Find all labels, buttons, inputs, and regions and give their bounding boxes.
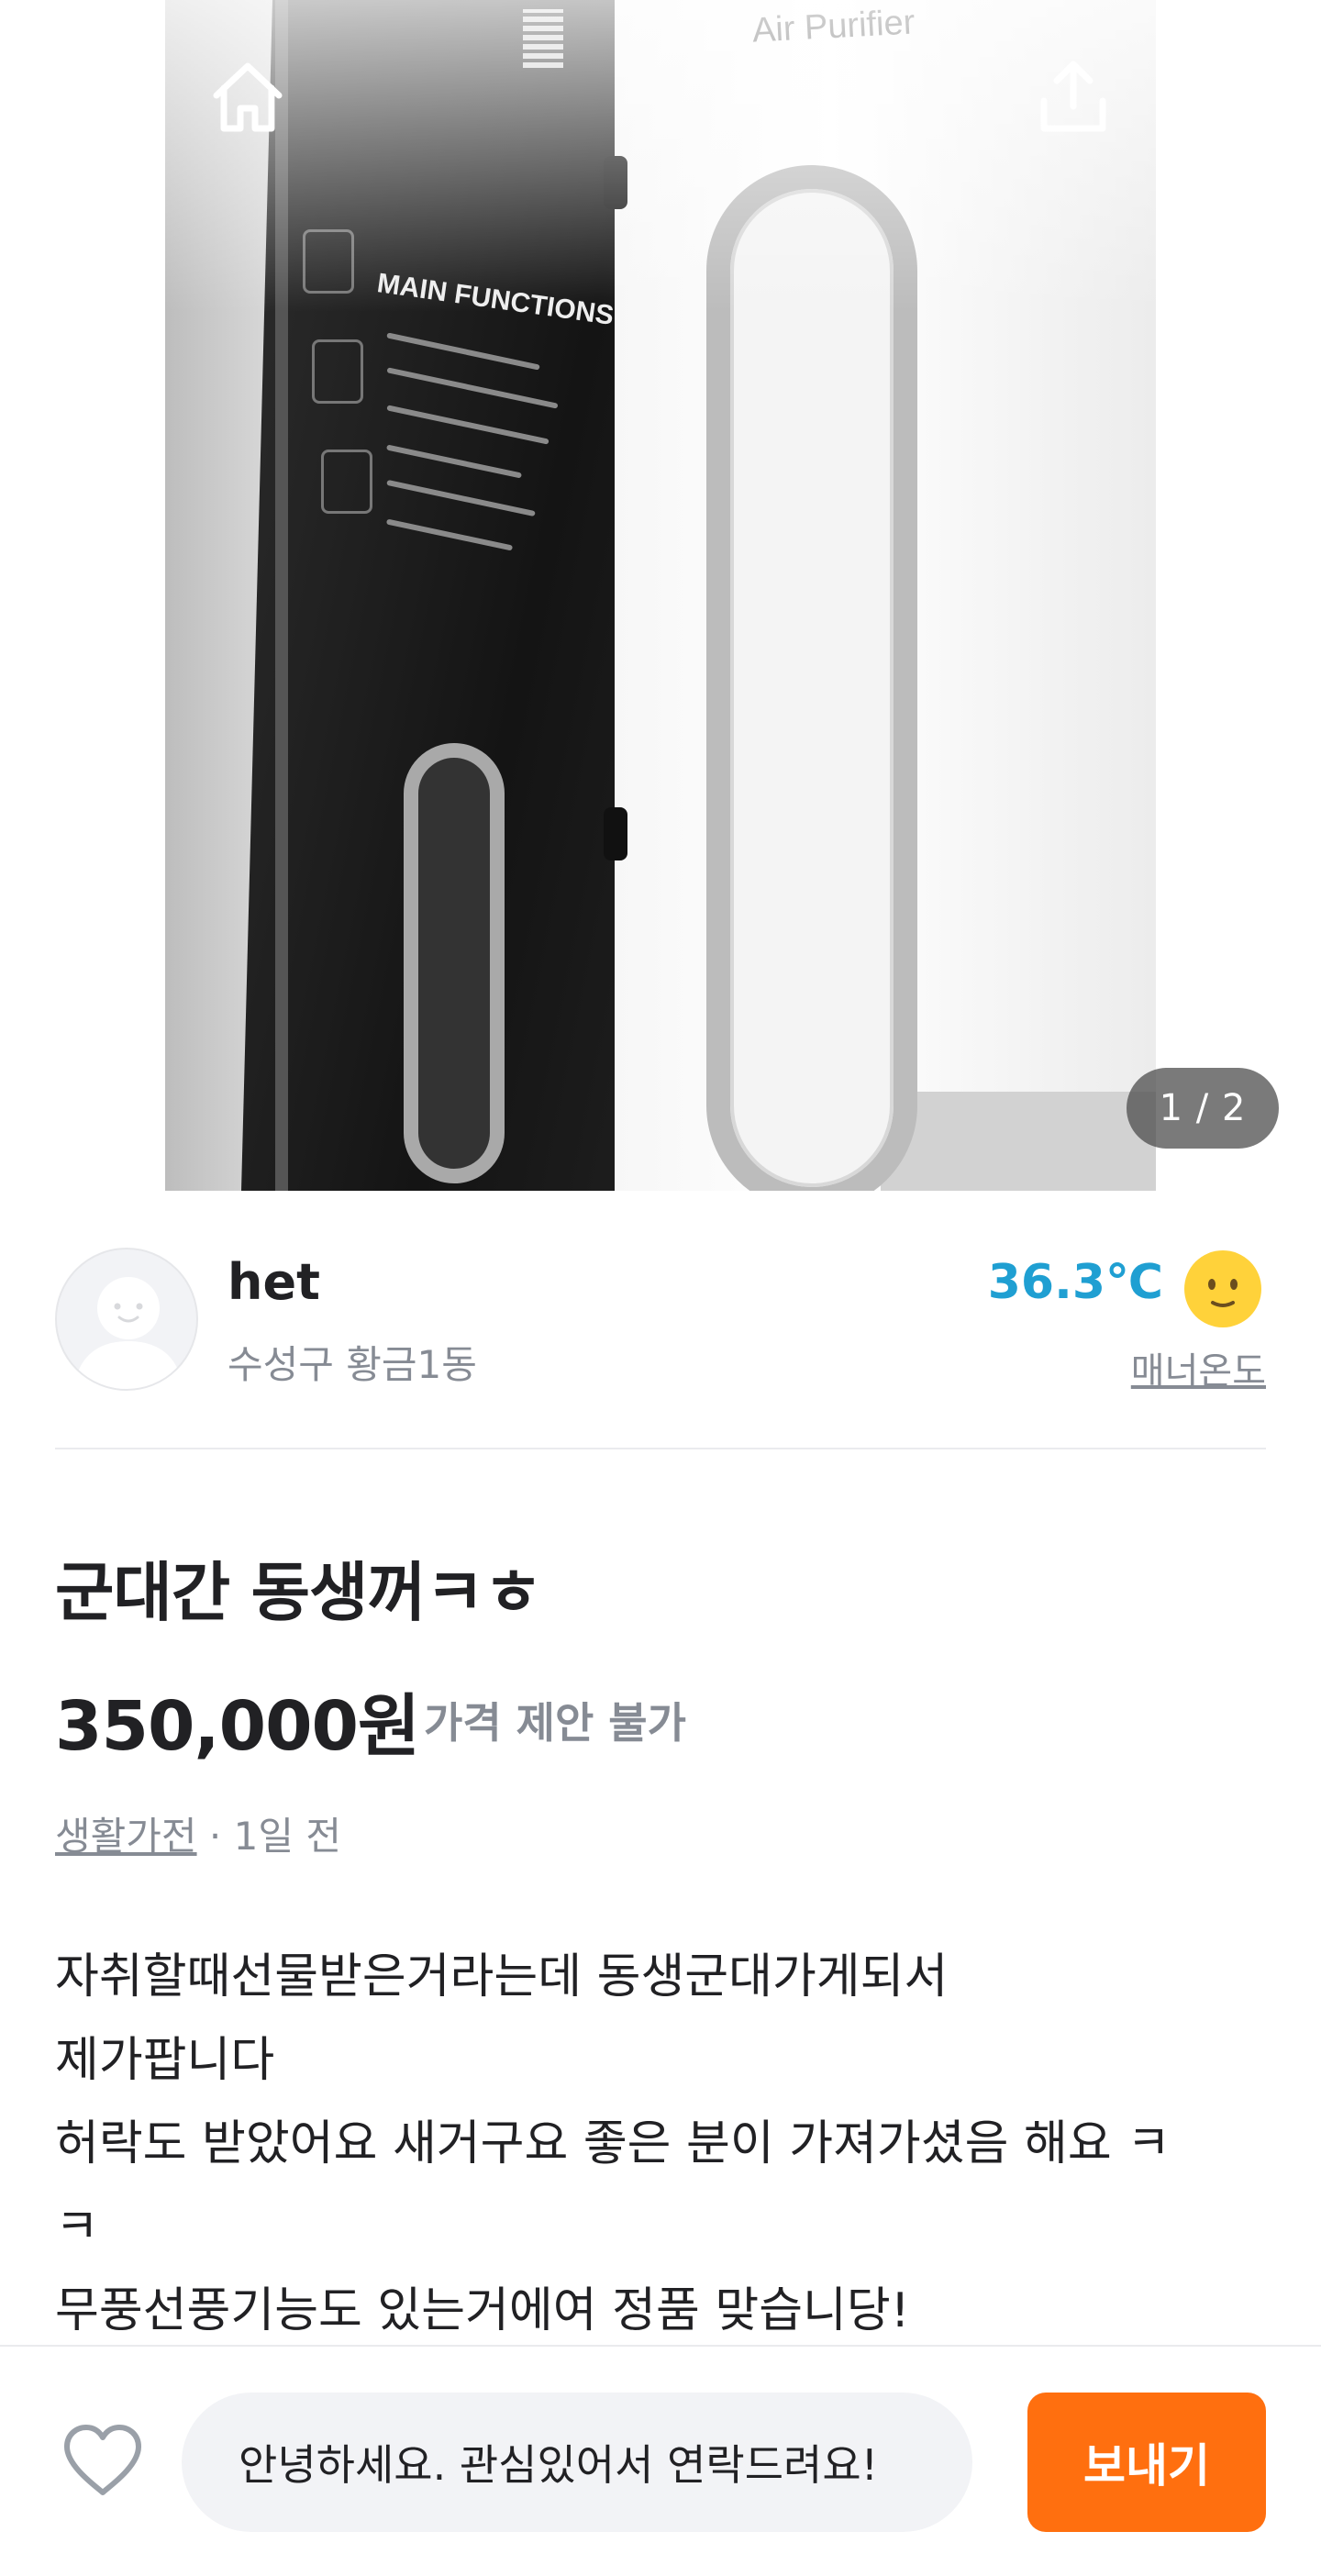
photo-function-icon: [312, 339, 363, 404]
description-line: 제가팝니다: [55, 2033, 275, 2088]
share-button[interactable]: [1029, 53, 1117, 141]
photo-box-handle: [604, 807, 627, 861]
like-button[interactable]: [55, 2413, 150, 2508]
posted-time: · 1일 전: [208, 1814, 341, 1859]
description-line: 자취할때선물받은거라는데 동생군대가게되서: [55, 1949, 949, 2004]
photo-function-icon: [321, 450, 372, 514]
description-line: 허락도 받았어요 새거구요 좋은 분이 가져가셨음 해요 ㅋ: [55, 2116, 1171, 2171]
product-meta: 생활가전 · 1일 전: [55, 1805, 341, 1861]
send-button[interactable]: 보내기: [1027, 2393, 1266, 2532]
chat-message-input[interactable]: 안녕하세요. 관심있어서 연락드려요!: [182, 2393, 972, 2532]
share-icon: [1040, 61, 1106, 132]
product-description: 자취할때선물받은거라는데 동생군대가게되서 제가팝니다 허락도 받았어요 새거구…: [55, 1936, 1266, 2353]
product-photo[interactable]: Air Purifier MAIN FUNCTIONS: [165, 0, 1156, 1191]
price-offer-status: 가격 제안 불가: [424, 1698, 686, 1748]
photo-purifier-inner: [730, 189, 894, 1187]
seller-name[interactable]: het: [228, 1253, 320, 1311]
description-line: ㅋ: [55, 2200, 99, 2255]
photo-box-handle: [604, 156, 627, 209]
manner-temperature-link[interactable]: 매너온도: [1131, 1341, 1266, 1394]
product-photo-carousel[interactable]: Air Purifier MAIN FUNCTIONS: [0, 0, 1321, 1191]
seller-region: 수성구 황금1동: [228, 1342, 477, 1387]
photo-purifier-small-ring: [404, 743, 505, 1183]
smile-face-icon: [1184, 1250, 1261, 1327]
home-button[interactable]: [204, 53, 292, 141]
photo-floor: [881, 1092, 1156, 1191]
manner-temperature-value: 36.3℃: [987, 1255, 1163, 1310]
category-link[interactable]: 생활가전: [55, 1814, 197, 1859]
photo-qr-code: [523, 9, 563, 68]
more-vertical-icon: [1219, 63, 1232, 131]
seller-avatar[interactable]: [55, 1248, 198, 1391]
chevron-left-icon: [73, 64, 108, 130]
product-price: 350,000원: [55, 1687, 420, 1766]
description-line: 무풍선풍기능도 있는거에여 정품 맞습니당!: [55, 2283, 910, 2338]
photo-function-icon: [303, 229, 354, 294]
back-button[interactable]: [48, 53, 136, 141]
section-divider: [55, 1448, 1266, 1449]
product-title: 군대간 동생꺼ㅋㅎ: [55, 1555, 543, 1630]
photo-page-counter: 1 / 2: [1127, 1068, 1279, 1149]
photo-box-edge: [275, 0, 288, 1191]
heart-icon: [64, 2425, 141, 2495]
more-button[interactable]: [1182, 53, 1270, 141]
default-profile-icon: [73, 1277, 183, 1389]
home-icon: [213, 62, 283, 132]
